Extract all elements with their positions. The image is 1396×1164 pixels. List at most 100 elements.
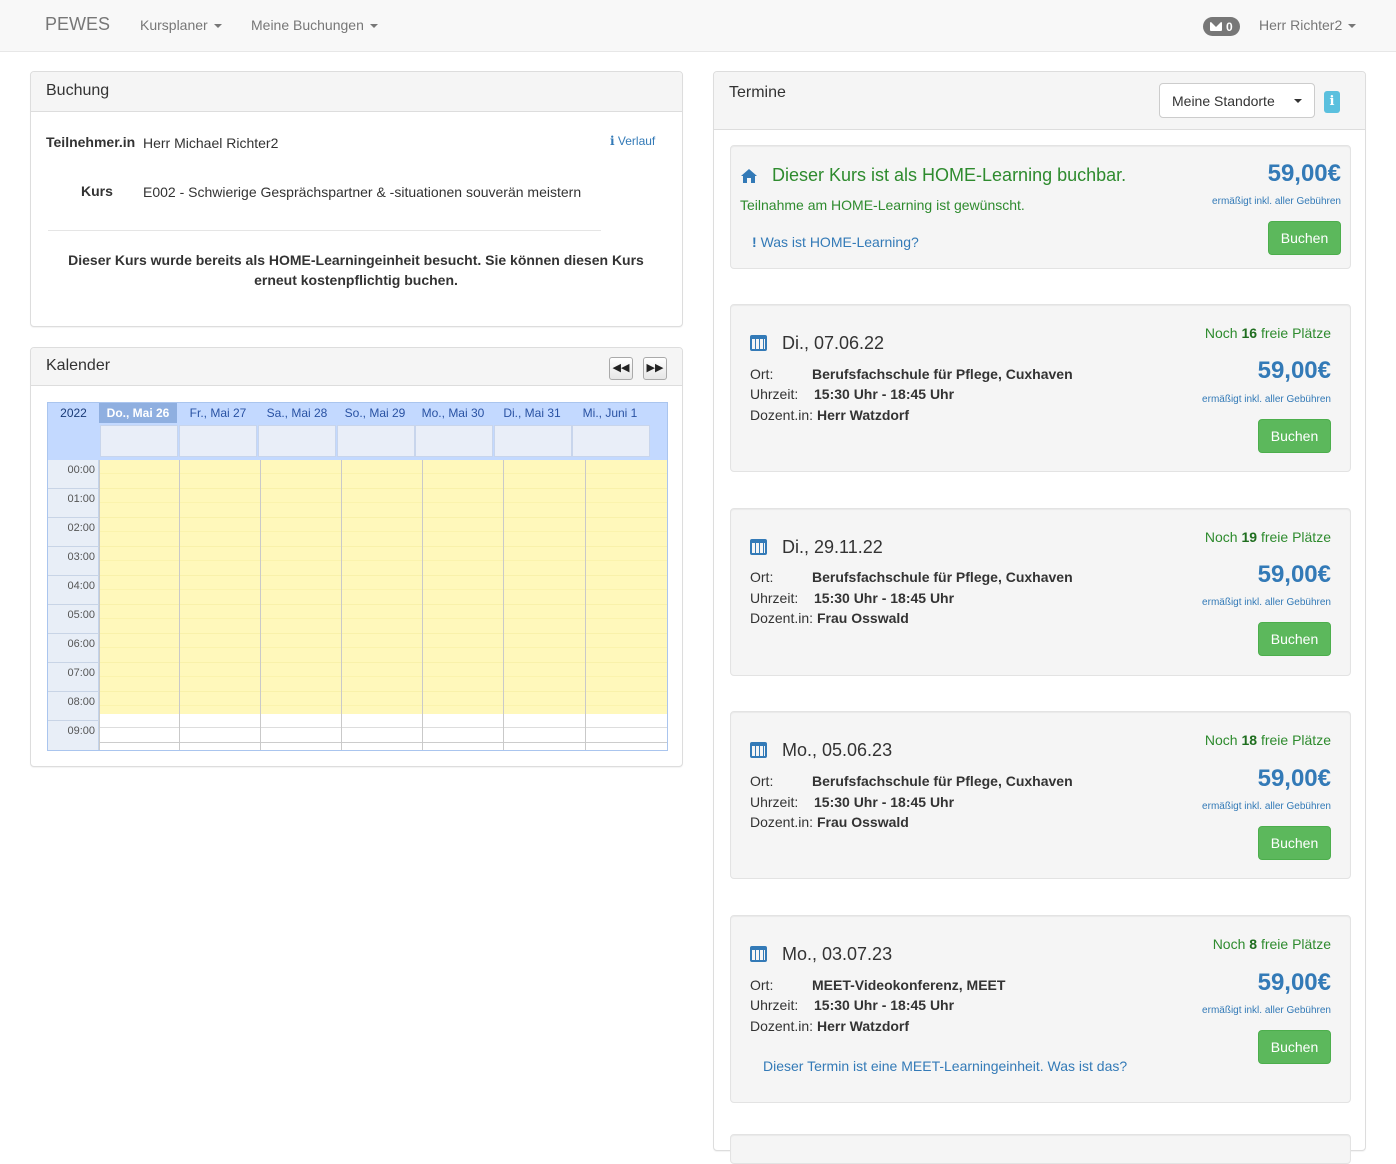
calendar-day-column[interactable] — [422, 460, 503, 750]
info-button[interactable]: i — [1324, 91, 1340, 113]
calendar-next-button[interactable]: ▶▶ — [643, 357, 667, 380]
termin-card — [730, 1134, 1351, 1164]
unavailable-slot — [180, 714, 260, 750]
calendar-day-column[interactable] — [99, 460, 179, 750]
envelope-icon — [1210, 22, 1222, 31]
calendar-day-header[interactable]: Di., Mai 31 — [493, 403, 571, 423]
nav-kursplaner[interactable]: Kursplaner — [140, 17, 222, 33]
hour-line — [48, 662, 99, 663]
buchung-heading: Buchung — [31, 72, 682, 112]
exclamation-icon: ! — [752, 234, 757, 250]
buchen-button[interactable]: Buchen — [1258, 419, 1331, 453]
calendar-day-header[interactable]: Mo., Mai 30 — [414, 403, 492, 423]
calendar-icon — [750, 742, 767, 758]
buchen-button[interactable]: Buchen — [1268, 221, 1341, 255]
calendar-day-column[interactable] — [585, 460, 667, 750]
meet-info-link[interactable]: Dieser Termin ist eine MEET-Learningeinh… — [763, 1058, 1127, 1074]
calendar-day-column[interactable] — [503, 460, 585, 750]
buchen-button[interactable]: Buchen — [1258, 1030, 1331, 1064]
calendar-icon — [750, 539, 767, 555]
available-slot — [100, 460, 179, 714]
dozent-value: Frau Osswald — [817, 610, 909, 626]
buchen-button[interactable]: Buchen — [1258, 622, 1331, 656]
available-slot — [586, 460, 667, 714]
free-places: Noch 19 freie Plätze — [1205, 529, 1331, 545]
kalender-title: Kalender — [46, 357, 111, 374]
calendar-grid: 2022 Do., Mai 26 Fr., Mai 27 Sa., Mai 28… — [47, 402, 668, 751]
nav-meine-buchungen[interactable]: Meine Buchungen — [251, 17, 378, 33]
uhrzeit-value: 15:30 Uhr - 18:45 Uhr — [814, 794, 955, 810]
hours-column: 00:00 01:00 02:00 03:00 04:00 05:00 06:0… — [48, 460, 99, 750]
hour-line — [48, 517, 99, 518]
termin-date: Di., 07.06.22 — [782, 333, 885, 353]
unavailable-slot — [342, 714, 422, 750]
calendar-day-header[interactable]: Mi., Juni 1 — [571, 403, 649, 423]
teilnehmer-value: Herr Michael Richter2 — [143, 135, 279, 151]
available-slot — [180, 460, 260, 714]
dozent-value: Herr Watzdorf — [817, 407, 910, 423]
calendar-day-header[interactable]: Fr., Mai 27 — [179, 403, 257, 423]
calendar-prev-button[interactable]: ◀◀ — [609, 357, 633, 380]
calendar-day-header[interactable]: So., Mai 29 — [336, 403, 414, 423]
allday-cell[interactable] — [100, 425, 178, 457]
places-prefix: Noch — [1212, 936, 1246, 952]
hour-label: 07:00 — [67, 667, 95, 679]
allday-cell[interactable] — [258, 425, 336, 457]
hour-label: 06:00 — [67, 638, 95, 650]
price-note: ermäßigt inkl. aller Gebühren — [1202, 597, 1331, 608]
hour-label: 01:00 — [67, 493, 95, 505]
allday-cell[interactable] — [415, 425, 493, 457]
dozent-label: Dozent.in: — [750, 814, 814, 830]
kalender-heading: Kalender ◀◀ ▶▶ — [31, 348, 682, 386]
allday-cell[interactable] — [494, 425, 572, 457]
available-slot — [261, 460, 341, 714]
brand-logo[interactable]: PEWES — [45, 14, 110, 35]
hour-label: 02:00 — [67, 522, 95, 534]
home-learning-title: Dieser Kurs ist als HOME-Learning buchba… — [772, 165, 1127, 185]
termin-card: Di., 07.06.22 Ort: Berufsfachschule für … — [730, 304, 1351, 472]
places-count: 18 — [1241, 732, 1258, 748]
termine-panel: Termine Meine Standorte i Dieser Kurs is… — [713, 71, 1366, 1164]
calendar-day-column[interactable] — [179, 460, 260, 750]
navbar: PEWES Kursplaner Meine Buchungen 0 Herr … — [0, 0, 1396, 52]
calendar-day-column[interactable] — [341, 460, 422, 750]
allday-cell[interactable] — [572, 425, 650, 457]
termin-date: Di., 29.11.22 — [782, 537, 883, 557]
caret-down-icon — [213, 24, 222, 29]
ort-label: Ort: — [750, 569, 774, 585]
kurs-value: E002 - Schwierige Gesprächspartner & -si… — [143, 184, 582, 200]
home-learning-card: Dieser Kurs ist als HOME-Learning buchba… — [730, 145, 1351, 269]
places-count: 16 — [1241, 325, 1258, 341]
booking-notice: Dieser Kurs wurde bereits als HOME-Learn… — [68, 252, 644, 288]
verlauf-label: Verlauf — [617, 134, 656, 148]
termine-title: Termine — [729, 84, 786, 101]
ort-label: Ort: — [750, 773, 774, 789]
places-suffix: freie Plätze — [1260, 325, 1331, 341]
verlauf-link[interactable]: i Verlauf — [610, 134, 655, 148]
uhrzeit-label: Uhrzeit: — [750, 794, 799, 810]
places-suffix: freie Plätze — [1260, 936, 1331, 952]
kalender-panel: Kalender ◀◀ ▶▶ 2022 Do., Mai 26 Fr., Mai… — [30, 347, 683, 767]
dozent-label: Dozent.in: — [750, 407, 814, 423]
home-learning-info-link[interactable]: ! Was ist HOME-Learning? — [752, 234, 919, 250]
allday-cell[interactable] — [337, 425, 415, 457]
user-menu[interactable]: Herr Richter2 — [1259, 17, 1357, 33]
hour-line — [48, 691, 99, 692]
calendar-day-column[interactable] — [260, 460, 341, 750]
hour-label: 03:00 — [67, 551, 95, 563]
hour-label: 00:00 — [67, 464, 95, 476]
dozent-label: Dozent.in: — [750, 1018, 814, 1034]
allday-cell[interactable] — [179, 425, 257, 457]
calendar-day-header[interactable]: Do., Mai 26 — [99, 403, 177, 423]
info-icon: i — [610, 134, 615, 148]
messages-badge[interactable]: 0 — [1203, 17, 1240, 36]
standorte-select[interactable]: Meine Standorte — [1159, 83, 1315, 118]
calendar-day-header[interactable]: Sa., Mai 28 — [258, 403, 336, 423]
buchen-button[interactable]: Buchen — [1258, 826, 1331, 860]
places-prefix: Noch — [1204, 325, 1238, 341]
calendar-icon — [750, 335, 767, 351]
places-suffix: freie Plätze — [1260, 732, 1331, 748]
kurs-label: Kurs — [81, 183, 113, 199]
unavailable-slot — [261, 714, 341, 750]
calendar-header: 2022 Do., Mai 26 Fr., Mai 27 Sa., Mai 28… — [48, 403, 667, 423]
